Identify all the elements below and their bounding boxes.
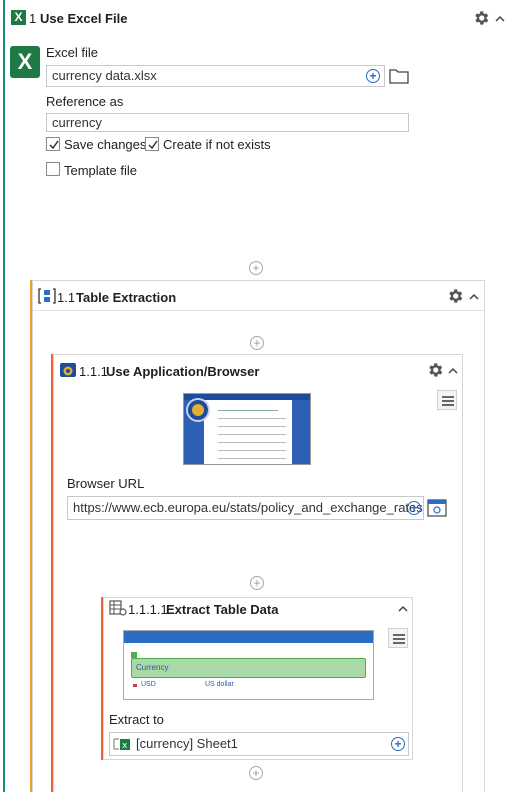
- create-if-not-exists-checkbox[interactable]: [145, 137, 159, 151]
- left-border-line: [3, 0, 5, 792]
- add-value-icon[interactable]: +: [391, 737, 405, 751]
- step-1-1-1-1-header[interactable]: 1.1.1.1 Extract Table Data: [104, 598, 412, 620]
- extract-to-input[interactable]: [currency] Sheet1: [109, 732, 409, 756]
- step-1-1-1-header[interactable]: 1.1.1 Use Application/Browser: [54, 355, 462, 385]
- step-number: 1: [29, 11, 37, 26]
- collapse-caret-icon[interactable]: [447, 365, 459, 377]
- add-value-icon[interactable]: +: [366, 69, 380, 83]
- add-step-button[interactable]: +: [250, 336, 264, 350]
- extract-to-value: [currency] Sheet1: [136, 736, 238, 751]
- reference-value: currency: [52, 115, 102, 130]
- excel-file-input[interactable]: currency data.xlsx: [46, 65, 385, 87]
- browser-screenshot-thumbnail: [183, 393, 311, 465]
- checkmark-icon: [148, 140, 158, 150]
- highlighted-row: Currency: [131, 658, 366, 678]
- browser-icon: [60, 363, 76, 377]
- excel-file-label: Excel file: [46, 45, 99, 60]
- checkmark-icon: [49, 140, 59, 150]
- add-value-icon[interactable]: +: [407, 501, 421, 515]
- browser-url-value: https://www.ecb.europa.eu/stats/policy_a…: [73, 500, 424, 515]
- preview-currency: Currency: [136, 663, 169, 672]
- template-file-label: Template file: [64, 163, 137, 178]
- step-number: 1.1.1: [79, 364, 108, 379]
- browser-url-label: Browser URL: [67, 476, 145, 491]
- svg-text:x: x: [122, 741, 128, 751]
- step-1-header[interactable]: X 1 Use Excel File: [8, 6, 510, 30]
- step-number: 1.1: [57, 290, 76, 305]
- template-file-checkbox[interactable]: [46, 162, 60, 176]
- browser-window-icon[interactable]: [427, 499, 447, 517]
- browser-url-input[interactable]: https://www.ecb.europa.eu/stats/policy_a…: [67, 496, 424, 520]
- save-changes-label: Save changes: [64, 137, 147, 152]
- preview-us-dollar: US dollar: [205, 681, 234, 688]
- step-title: Extract Table Data: [166, 602, 279, 617]
- add-step-button[interactable]: +: [249, 766, 263, 780]
- collapse-caret-icon[interactable]: [494, 13, 506, 25]
- step-1-1-1-1-card: 1.1.1.1 Extract Table Data Currency USD …: [103, 597, 413, 760]
- excel-icon: X: [11, 10, 26, 25]
- add-step-button[interactable]: +: [249, 261, 263, 275]
- save-changes-checkbox[interactable]: [46, 137, 60, 151]
- extract-to-label: Extract to: [109, 712, 164, 727]
- gear-icon[interactable]: [426, 361, 444, 379]
- step-title: Use Excel File: [40, 11, 128, 26]
- gear-icon[interactable]: [472, 9, 490, 27]
- collapse-caret-icon[interactable]: [468, 291, 480, 303]
- preview-usd: USD: [141, 681, 156, 688]
- gear-icon[interactable]: [446, 287, 464, 305]
- excel-sheet-icon: x: [113, 738, 130, 751]
- reference-input[interactable]: currency: [46, 113, 409, 132]
- screenshot-menu-button[interactable]: [437, 390, 457, 410]
- table-extraction-icon: [38, 288, 56, 304]
- step-number: 1.1.1.1: [128, 602, 168, 617]
- extract-table-icon: [109, 600, 127, 616]
- step-title: Table Extraction: [76, 290, 177, 305]
- add-step-button[interactable]: +: [250, 576, 264, 590]
- collapse-caret-icon[interactable]: [397, 603, 409, 615]
- step-1-1-header[interactable]: 1.1 Table Extraction: [33, 281, 484, 311]
- reference-label: Reference as: [46, 94, 124, 109]
- step-title: Use Application/Browser: [106, 364, 260, 379]
- excel-file-value: currency data.xlsx: [52, 68, 157, 83]
- preview-menu-button[interactable]: [388, 628, 408, 648]
- table-preview-thumbnail: Currency USD US dollar: [123, 630, 374, 700]
- excel-large-icon: X: [10, 46, 40, 78]
- folder-icon[interactable]: [389, 67, 409, 85]
- create-if-not-exists-label: Create if not exists: [163, 137, 271, 152]
